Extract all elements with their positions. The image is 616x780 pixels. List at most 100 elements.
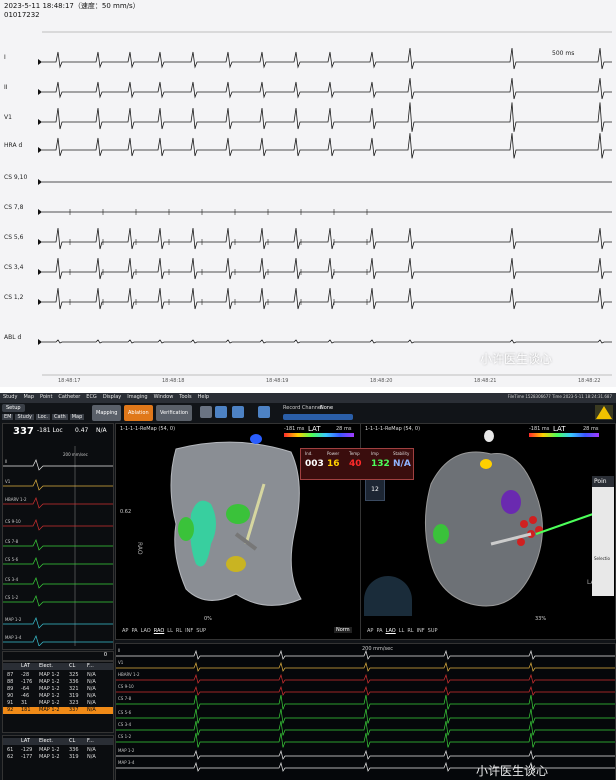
egm-traces <box>116 649 615 772</box>
menu-window[interactable]: Window <box>154 394 174 400</box>
subtab-loc[interactable]: Loc. <box>35 414 51 420</box>
norm-dropdown[interactable]: Norm <box>334 627 352 633</box>
channel-label: CS 1,2 <box>4 294 24 301</box>
view-sup[interactable]: SUP <box>428 628 438 634</box>
table-cell: -177 <box>21 754 33 760</box>
view-sup[interactable]: SUP <box>196 628 206 634</box>
table-cell: MAP 1-2 <box>39 747 60 753</box>
view-ap[interactable]: AP <box>367 628 373 634</box>
record-channel-label: Record Channel <box>283 405 323 411</box>
table-header[interactable]: F... <box>87 663 94 669</box>
menu-study[interactable]: Study <box>3 394 17 400</box>
view-inf[interactable]: INF <box>185 628 193 634</box>
left-egm-panel: 337 -181 Loc 0.47 N/A 200 mm/sec II V1 HBA… <box>2 423 114 650</box>
view-lao[interactable]: LAO <box>141 628 151 634</box>
left-egm-traces <box>3 446 113 646</box>
table-cell: N/A <box>87 707 96 713</box>
time-tick: 18:48:18 <box>162 378 185 384</box>
map-left-view-label: RAO <box>136 542 143 555</box>
view-rl[interactable]: RL <box>407 628 413 634</box>
view-pa[interactable]: PA <box>376 628 382 634</box>
menu-catheter[interactable]: Catheter <box>58 394 80 400</box>
table-cell: -64 <box>21 686 30 692</box>
left-channel-label: MAP 1-2 <box>5 617 22 622</box>
table-header[interactable]: CL <box>69 738 75 744</box>
ablation-cell: Stability N/A <box>393 451 413 477</box>
points-panel-title: Poin <box>592 476 614 487</box>
camera-icon[interactable] <box>232 406 244 418</box>
settings-icon[interactable] <box>258 406 270 418</box>
left-channel-label: CS 7-8 <box>5 539 19 544</box>
table-cell: N/A <box>87 747 96 753</box>
subtab-map[interactable]: Map <box>69 414 85 420</box>
table-cell: 336 <box>69 679 79 685</box>
view-icon[interactable] <box>215 406 227 418</box>
menu-point[interactable]: Point <box>40 394 52 400</box>
warning-icon <box>595 405 613 420</box>
compass-widget[interactable] <box>364 576 412 616</box>
table-header[interactable]: F... <box>87 738 94 744</box>
channel-label: CS 3,4 <box>4 264 24 271</box>
table-header[interactable]: CL <box>69 663 75 669</box>
table-cell: 62 <box>7 754 14 760</box>
na-value: N/A <box>96 427 107 434</box>
points-panel[interactable]: Poin Selectio <box>592 476 614 596</box>
egm-channel-label: CS 9-10 <box>118 684 134 689</box>
table-row[interactable]: 62 -177 MAP 1-2 319 N/A <box>3 754 113 761</box>
table-cell: 31 <box>21 700 28 706</box>
table-row[interactable]: 61 -129 MAP 1-2 336 N/A <box>3 747 113 754</box>
menu-imaging[interactable]: Imaging <box>127 394 147 400</box>
menu-help[interactable]: Help <box>198 394 209 400</box>
left-channel-label: CS 5-6 <box>5 557 19 562</box>
view-ll[interactable]: LL <box>167 628 173 634</box>
table-cell: N/A <box>87 700 96 706</box>
subtab-study[interactable]: Study <box>15 414 34 420</box>
tab-mapping[interactable]: Mapping <box>92 405 122 421</box>
left-channel-label: CS 1-2 <box>5 595 19 600</box>
ablation-value: 132 <box>371 459 390 469</box>
menu-tools[interactable]: Tools <box>179 394 191 400</box>
view-inf[interactable]: INF <box>417 628 425 634</box>
view-rao[interactable]: RAO <box>154 628 165 634</box>
tool-icon[interactable] <box>200 406 212 418</box>
subtab-cath[interactable]: Cath <box>52 414 68 420</box>
tab-verification[interactable]: Verification <box>156 405 193 421</box>
table-header[interactable]: LAT <box>21 663 30 669</box>
tab-ablation[interactable]: Ablation <box>124 405 153 421</box>
map-left-zoom: 0% <box>204 616 212 622</box>
watermark: 小许医生谈心 <box>480 352 553 366</box>
scale-label: 500 ms <box>552 50 575 57</box>
menu-ecg[interactable]: ECG <box>86 394 97 400</box>
view-ll[interactable]: LL <box>399 628 405 634</box>
channel-label: HRA d <box>4 142 23 149</box>
view-lao[interactable]: LAO <box>386 628 396 634</box>
channel-label: V1 <box>4 114 12 121</box>
table-header[interactable]: LAT <box>21 738 30 744</box>
view-ap[interactable]: AP <box>122 628 128 634</box>
view-pa[interactable]: PA <box>131 628 137 634</box>
tab-setup[interactable]: Setup <box>2 404 25 412</box>
table-row[interactable]: 92 181 MAP 1-2 337 N/A <box>3 707 113 714</box>
table-cell: 321 <box>69 686 79 692</box>
egm-channel-label: CS 1-2 <box>118 734 132 739</box>
table-row[interactable]: 90 -46 MAP 1-2 319 N/A <box>3 693 113 700</box>
table-row[interactable]: 89 -64 MAP 1-2 321 N/A <box>3 686 113 693</box>
view-rl[interactable]: RL <box>176 628 182 634</box>
table-row[interactable]: 91 31 MAP 1-2 323 N/A <box>3 700 113 707</box>
record-channel-bar[interactable] <box>283 414 353 420</box>
table-row[interactable]: 88 -176 MAP 1-2 336 N/A <box>3 679 113 686</box>
menu-map[interactable]: Map <box>23 394 34 400</box>
left-channel-label: II <box>5 459 8 464</box>
ablation-panel: Ind. 003 Power 16 Temp 40 Imp 132 Stability N/A <box>300 448 414 480</box>
table-header[interactable]: Elect. <box>39 738 53 744</box>
ablation-label: Stability <box>393 451 410 456</box>
menu-display[interactable]: Display <box>103 394 121 400</box>
ablation-value: N/A <box>393 459 411 469</box>
catheter-count[interactable]: 12 <box>365 479 385 501</box>
table-row[interactable]: 87 -28 MAP 1-2 325 N/A <box>3 672 113 679</box>
table-header[interactable]: Elect. <box>39 663 53 669</box>
time-tick: 18:48:17 <box>58 378 81 384</box>
subtab-em[interactable]: EM <box>2 414 14 420</box>
table-cell: 325 <box>69 672 79 678</box>
egm-window: 200 mm/sec II V1 HBARV 1-2 CS 9-10 CS 7-8 CS … <box>115 643 616 780</box>
